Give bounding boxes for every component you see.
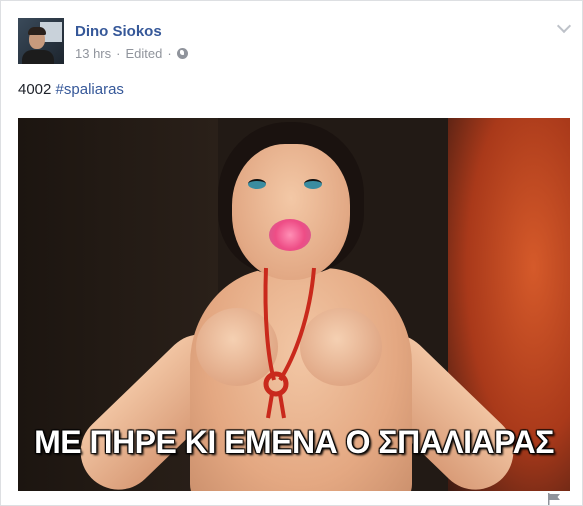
flag-icon[interactable]: [547, 493, 561, 505]
post-meta: 13 hrs · Edited ·: [75, 46, 188, 61]
author-name[interactable]: Dino Siokos: [75, 23, 162, 40]
facebook-post: Dino Siokos 13 hrs · Edited · 4002 #spal…: [0, 0, 583, 506]
post-timestamp[interactable]: 13 hrs: [75, 46, 111, 61]
chevron-down-icon[interactable]: [556, 18, 572, 34]
image-caption: ΜΕ ΠΗΡΕ ΚΙ ΕΜΕΝΑ Ο ΣΠΑΛΙΑΡΑΣ: [34, 424, 554, 460]
meta-separator: ·: [167, 46, 172, 61]
post-photo[interactable]: ΜΕ ΠΗΡΕ ΚΙ ΕΜΕΝΑ Ο ΣΠΑΛΙΑΡΑΣ: [18, 118, 570, 491]
post-text: 4002 #spaliaras: [18, 81, 124, 98]
meta-separator: ·: [116, 46, 121, 61]
hashtag-link[interactable]: #spaliaras: [56, 81, 124, 98]
edited-label[interactable]: Edited: [125, 46, 162, 61]
avatar-shirt: [22, 50, 54, 64]
globe-icon[interactable]: [176, 48, 188, 59]
avatar-hair: [28, 27, 46, 35]
avatar[interactable]: [18, 18, 64, 64]
post-number: 4002: [18, 81, 52, 98]
